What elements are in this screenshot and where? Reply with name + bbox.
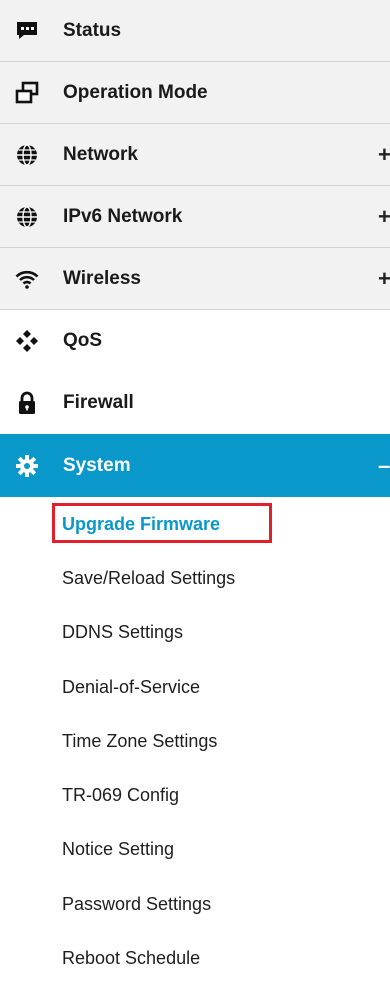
sidebar-menu: Status Operation Mode Network + IPv6 Net… (0, 0, 390, 986)
gear-icon (14, 453, 40, 479)
submenu-item-notice-setting[interactable]: Notice Setting (0, 823, 390, 877)
submenu-item-save-reload-settings[interactable]: Save/Reload Settings (0, 551, 390, 605)
windows-icon (14, 80, 40, 106)
menu-item-label: Wireless (63, 267, 141, 289)
globe-icon (14, 204, 40, 230)
system-submenu: Upgrade Firmware Save/Reload Settings DD… (0, 497, 390, 986)
submenu-item-label[interactable]: TR-069 Config (62, 785, 179, 806)
menu-item-wireless[interactable]: Wireless + (0, 248, 390, 310)
submenu-item-denial-of-service[interactable]: Denial-of-Service (0, 660, 390, 714)
menu-item-label: Status (63, 19, 122, 41)
globe-icon (14, 142, 40, 168)
menu-item-firewall[interactable]: Firewall (0, 372, 390, 434)
submenu-item-reboot-schedule[interactable]: Reboot Schedule (0, 931, 390, 985)
submenu-item-label[interactable]: Time Zone Settings (62, 731, 217, 752)
menu-item-label: System (63, 454, 131, 476)
submenu-item-label[interactable]: Reboot Schedule (62, 948, 200, 969)
wifi-icon (14, 266, 40, 292)
submenu-item-tr-069-config[interactable]: TR-069 Config (0, 768, 390, 822)
qos-icon (14, 328, 40, 354)
submenu-item-label[interactable]: Save/Reload Settings (62, 568, 235, 589)
menu-item-system[interactable]: System – (0, 434, 390, 497)
expand-indicator: + (378, 265, 390, 291)
lock-icon (14, 390, 40, 416)
menu-item-label: Firewall (63, 392, 134, 413)
menu-item-ipv6-network[interactable]: IPv6 Network + (0, 186, 390, 248)
submenu-item-label[interactable]: Denial-of-Service (62, 677, 200, 698)
menu-item-qos[interactable]: QoS (0, 310, 390, 372)
menu-item-status[interactable]: Status (0, 0, 390, 62)
submenu-item-password-settings[interactable]: Password Settings (0, 877, 390, 931)
menu-item-label: QoS (63, 330, 103, 351)
submenu-item-label[interactable]: Upgrade Firmware (62, 514, 220, 535)
menu-item-label: IPv6 Network (63, 205, 183, 227)
submenu-item-label[interactable]: DDNS Settings (62, 622, 183, 643)
submenu-item-label[interactable]: Password Settings (62, 894, 211, 915)
menu-item-network[interactable]: Network + (0, 124, 390, 186)
menu-item-operation-mode[interactable]: Operation Mode (0, 62, 390, 124)
submenu-item-label[interactable]: Notice Setting (62, 839, 174, 860)
expand-indicator: + (378, 203, 390, 229)
menu-item-label: Network (63, 143, 138, 165)
submenu-item-ddns-settings[interactable]: DDNS Settings (0, 606, 390, 660)
submenu-item-time-zone-settings[interactable]: Time Zone Settings (0, 714, 390, 768)
submenu-item-upgrade-firmware[interactable]: Upgrade Firmware (0, 497, 390, 551)
expand-indicator: + (378, 141, 390, 167)
collapse-indicator: – (378, 452, 390, 478)
menu-item-label: Operation Mode (63, 81, 208, 103)
chat-icon (14, 18, 40, 44)
